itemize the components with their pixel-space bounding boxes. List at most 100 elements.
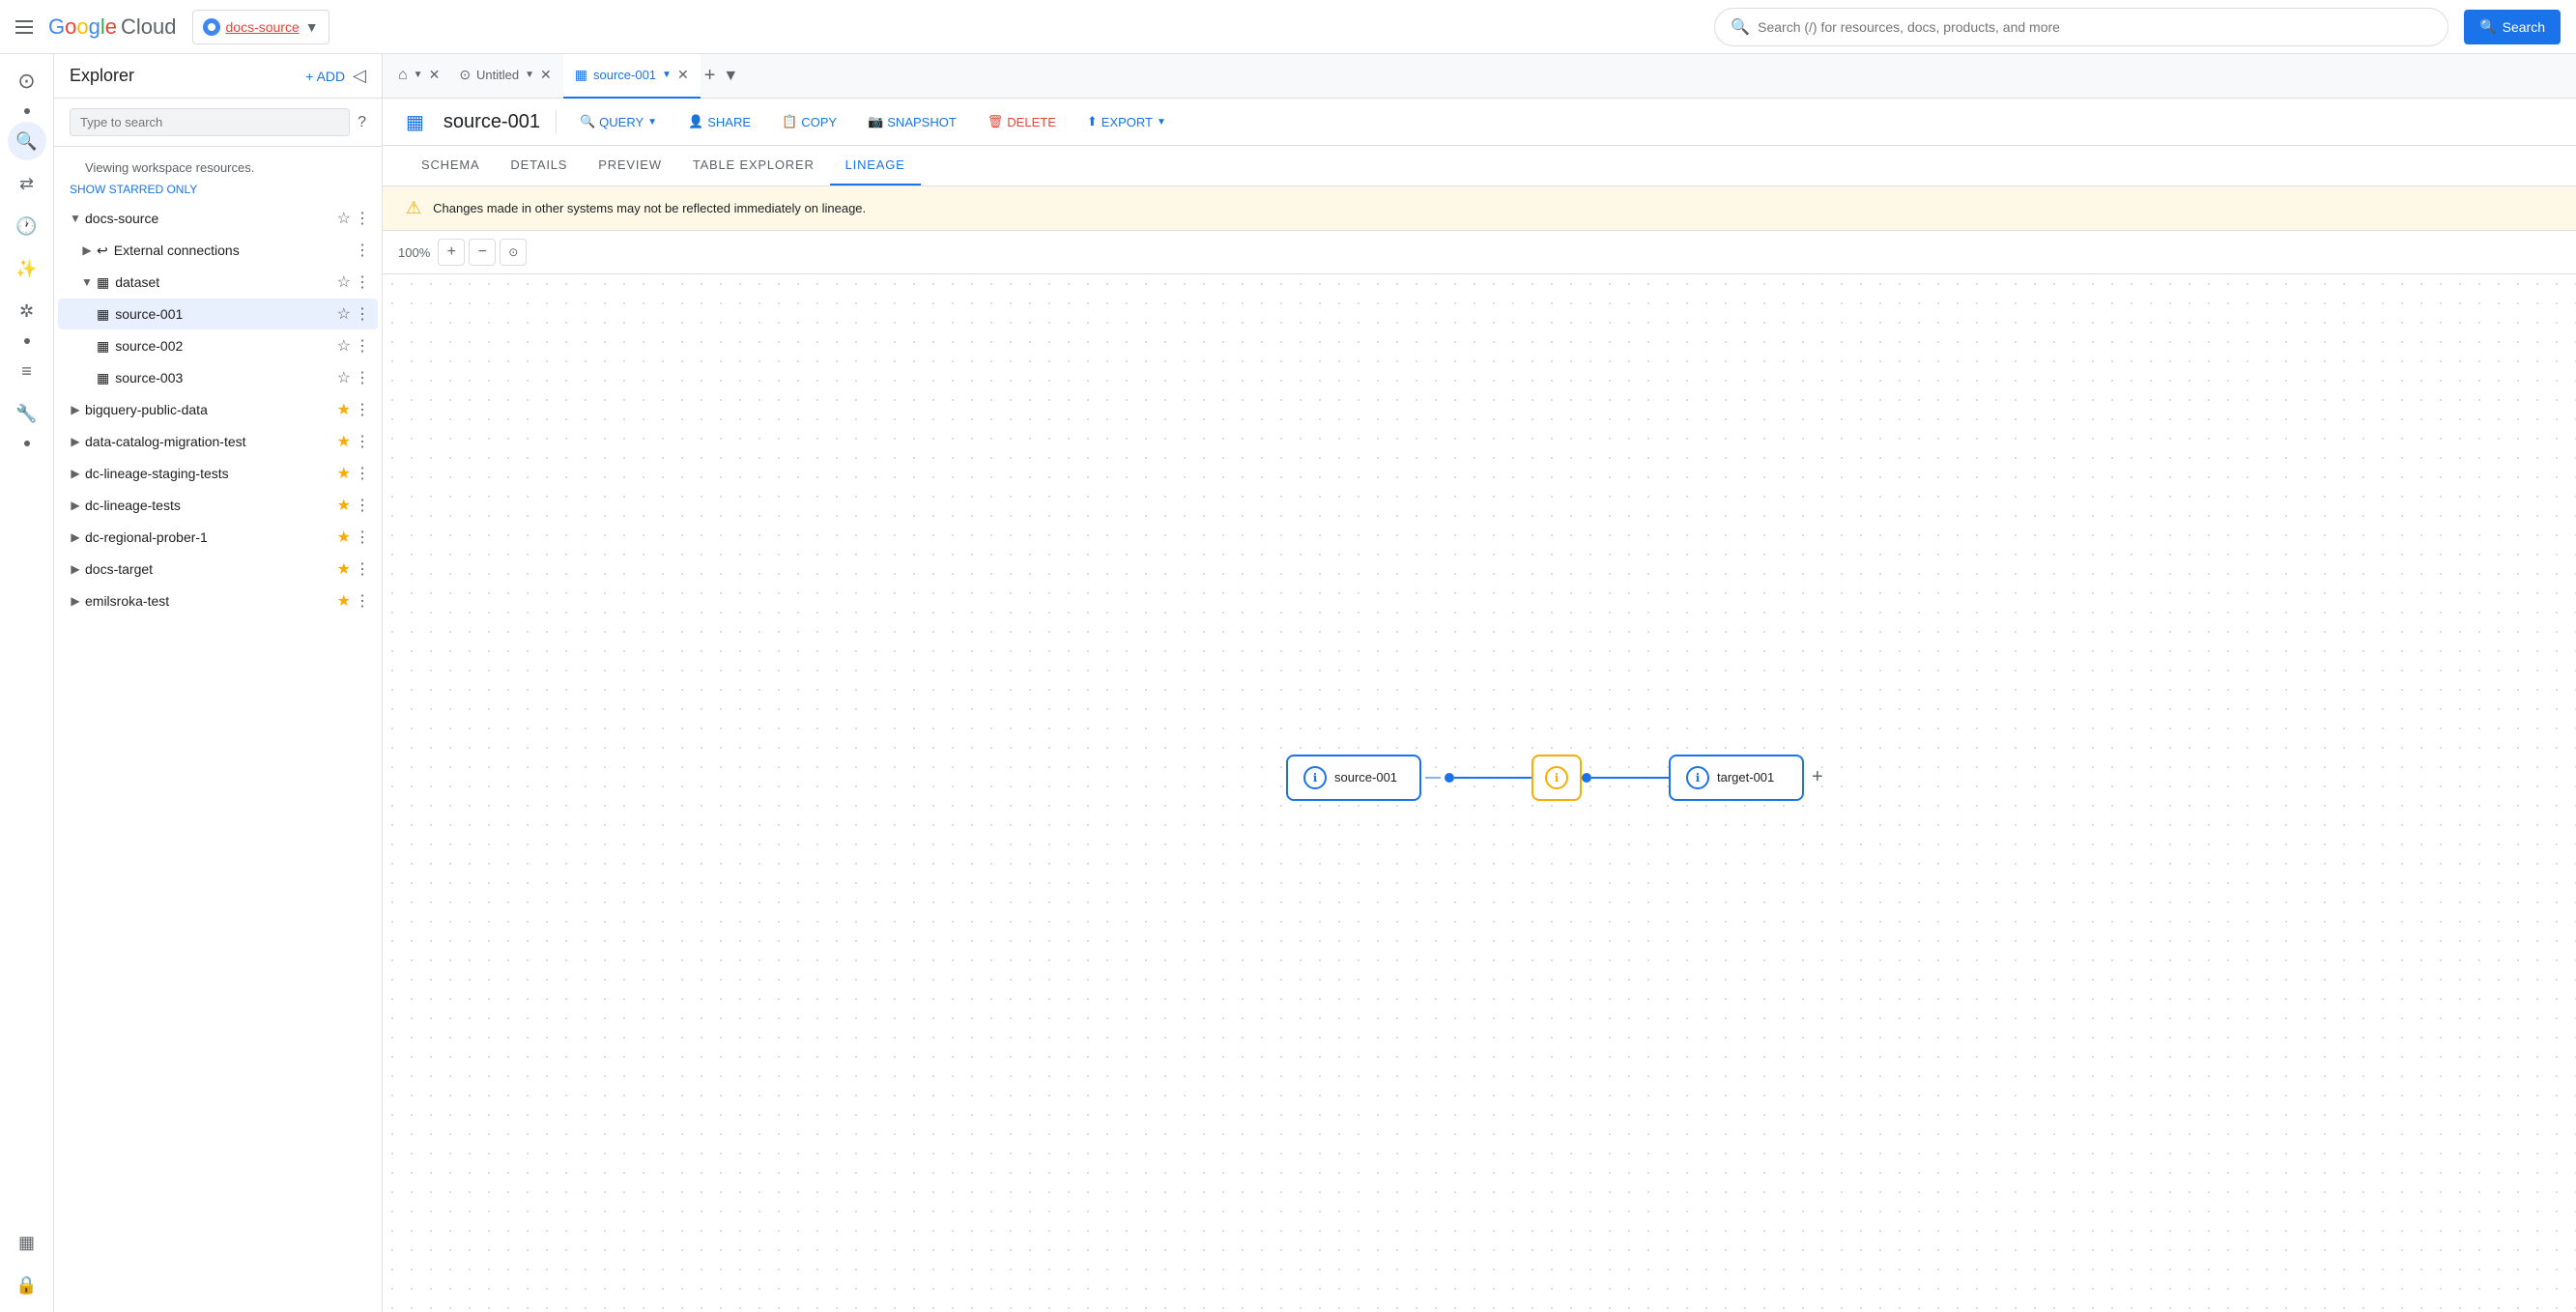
star-icon[interactable]: ★: [337, 591, 351, 611]
rail-icon-wand[interactable]: ✨: [8, 249, 46, 288]
tab-source-001[interactable]: ▦ source-001 ▼ ✕: [563, 54, 701, 99]
more-icon[interactable]: ⋮: [355, 559, 370, 579]
add-node-button[interactable]: +: [1812, 766, 1823, 788]
add-button[interactable]: + ADD: [305, 69, 345, 84]
star-icon[interactable]: ★: [337, 496, 351, 515]
more-icon[interactable]: ⋮: [355, 528, 370, 547]
project-selector[interactable]: docs-source ▼: [192, 10, 329, 44]
sidebar-item-docs-target[interactable]: ▶ docs-target ★ ⋮: [58, 554, 378, 585]
close-icon[interactable]: ✕: [540, 67, 552, 83]
lineage-area: 100% + − ⊙ ℹ source-001 —: [383, 231, 2576, 1312]
star-icon[interactable]: ★: [337, 559, 351, 579]
sidebar-item-source-002[interactable]: ▦ source-002 ☆ ⋮: [58, 330, 378, 361]
global-search-input[interactable]: [1758, 19, 2432, 35]
sidebar-title: Explorer: [70, 66, 134, 86]
rail-dot-3: [24, 441, 30, 446]
sidebar-header: Explorer + ADD ◁: [54, 54, 382, 99]
copy-button[interactable]: 📋 COPY: [774, 108, 844, 135]
sidebar-item-external-connections[interactable]: ▶ ↩ External connections ⋮: [58, 235, 378, 266]
more-icon[interactable]: ⋮: [355, 272, 370, 292]
sidebar-item-data-catalog-migration-test[interactable]: ▶ data-catalog-migration-test ★ ⋮: [58, 426, 378, 457]
sidebar-item-dataset[interactable]: ▼ ▦ dataset ☆ ⋮: [58, 267, 378, 298]
zoom-out-button[interactable]: −: [469, 239, 496, 266]
middle-node-icon: ℹ: [1545, 766, 1568, 789]
more-icon[interactable]: ⋮: [355, 464, 370, 483]
sidebar-item-bigquery-public-data[interactable]: ▶ bigquery-public-data ★ ⋮: [58, 394, 378, 425]
logo-text: Google: [48, 14, 117, 40]
rail-icon-wrench[interactable]: 🔧: [8, 394, 46, 433]
close-icon[interactable]: ✕: [429, 67, 441, 83]
more-icon[interactable]: ⋮: [355, 496, 370, 515]
sidebar-item-source-001[interactable]: ▦ source-001 ☆ ⋮: [58, 299, 378, 329]
tab-dropdown-icon: ▼: [662, 70, 672, 80]
zoom-reset-button[interactable]: ⊙: [500, 239, 527, 266]
tab-home[interactable]: ⌂ ▼ ✕: [390, 54, 447, 99]
sub-tab-table-explorer[interactable]: TABLE EXPLORER: [677, 146, 830, 185]
search-help-button[interactable]: ?: [358, 114, 366, 131]
sidebar-item-source-003[interactable]: ▦ source-003 ☆ ⋮: [58, 362, 378, 393]
star-icon[interactable]: ☆: [337, 368, 351, 387]
item-label: dc-regional-prober-1: [85, 529, 337, 545]
target-001-node-icon: ℹ: [1686, 766, 1709, 789]
snapshot-button[interactable]: 📷 SNAPSHOT: [860, 108, 964, 135]
sub-tab-preview[interactable]: PREVIEW: [583, 146, 677, 185]
star-icon[interactable]: ★: [337, 464, 351, 483]
menu-button[interactable]: [15, 20, 33, 34]
query-icon: 🔍: [580, 114, 595, 129]
star-icon[interactable]: ☆: [337, 209, 351, 228]
star-icon[interactable]: ★: [337, 432, 351, 451]
lineage-graph[interactable]: ℹ source-001 — ℹ: [383, 274, 2576, 1311]
toggle-icon: ▶: [66, 467, 85, 480]
sidebar-search-input[interactable]: [70, 108, 350, 136]
sidebar-item-dc-lineage-staging-tests[interactable]: ▶ dc-lineage-staging-tests ★ ⋮: [58, 458, 378, 489]
more-icon[interactable]: ⋮: [355, 241, 370, 260]
search-button[interactable]: 🔍 Search: [2464, 10, 2561, 44]
more-icon[interactable]: ⋮: [355, 336, 370, 356]
sub-tab-schema[interactable]: SCHEMA: [406, 146, 495, 185]
show-starred-button[interactable]: SHOW STARRED ONLY: [70, 183, 366, 196]
star-icon[interactable]: ★: [337, 528, 351, 547]
lineage-node-source-001[interactable]: ℹ source-001: [1286, 755, 1421, 801]
more-tabs-button[interactable]: ▼: [719, 68, 742, 85]
more-icon[interactable]: ⋮: [355, 432, 370, 451]
more-icon[interactable]: ⋮: [355, 368, 370, 387]
rail-icon-search-circle[interactable]: ⊙: [8, 62, 46, 100]
star-icon[interactable]: ☆: [337, 272, 351, 292]
source-001-node-icon: ℹ: [1303, 766, 1327, 789]
star-icon[interactable]: ★: [337, 400, 351, 419]
star-icon[interactable]: ☆: [337, 304, 351, 324]
rail-icon-search[interactable]: 🔍: [8, 122, 46, 160]
rail-icon-list[interactable]: ≡: [8, 352, 46, 390]
query-button[interactable]: 🔍 QUERY ▼: [572, 108, 665, 135]
content-area: ⌂ ▼ ✕ ⊙ Untitled ▼ ✕ ▦ source-001 ▼ ✕ + …: [383, 54, 2576, 1312]
zoom-in-button[interactable]: +: [438, 239, 465, 266]
global-search-bar[interactable]: 🔍: [1714, 8, 2448, 46]
lineage-node-middle[interactable]: ℹ: [1531, 755, 1582, 801]
more-icon[interactable]: ⋮: [355, 591, 370, 611]
add-tab-button[interactable]: +: [701, 65, 720, 87]
sub-tab-lineage[interactable]: LINEAGE: [830, 146, 921, 185]
sidebar-item-dc-regional-prober-1[interactable]: ▶ dc-regional-prober-1 ★ ⋮: [58, 522, 378, 553]
rail-icon-lock[interactable]: 🔒: [8, 1266, 46, 1304]
rail-icon-arrows[interactable]: ⇄: [8, 164, 46, 203]
star-icon[interactable]: ☆: [337, 336, 351, 356]
item-label: dataset: [115, 274, 336, 290]
sidebar-item-dc-lineage-tests[interactable]: ▶ dc-lineage-tests ★ ⋮: [58, 490, 378, 521]
tab-untitled[interactable]: ⊙ Untitled ▼ ✕: [447, 54, 562, 99]
more-icon[interactable]: ⋮: [355, 209, 370, 228]
more-icon[interactable]: ⋮: [355, 400, 370, 419]
rail-icon-clock[interactable]: 🕐: [8, 207, 46, 245]
sub-tab-details[interactable]: DETAILS: [495, 146, 583, 185]
close-icon[interactable]: ✕: [677, 67, 689, 83]
share-button[interactable]: 👤 SHARE: [680, 108, 758, 135]
delete-button[interactable]: 🗑 DELETE: [980, 108, 1064, 135]
sidebar-item-emilsroka-test[interactable]: ▶ emilsroka-test ★ ⋮: [58, 585, 378, 616]
lineage-node-target-001[interactable]: ℹ target-001: [1669, 755, 1804, 801]
external-connections-icon: ↩: [97, 242, 108, 259]
rail-icon-table[interactable]: ▦: [8, 1223, 46, 1262]
more-icon[interactable]: ⋮: [355, 304, 370, 324]
export-button[interactable]: ⬆ EXPORT ▼: [1079, 108, 1174, 135]
collapse-sidebar-button[interactable]: ◁: [353, 66, 366, 86]
sidebar-item-docs-source[interactable]: ▼ docs-source ☆ ⋮: [58, 203, 378, 234]
rail-icon-pin[interactable]: ✲: [8, 292, 46, 330]
